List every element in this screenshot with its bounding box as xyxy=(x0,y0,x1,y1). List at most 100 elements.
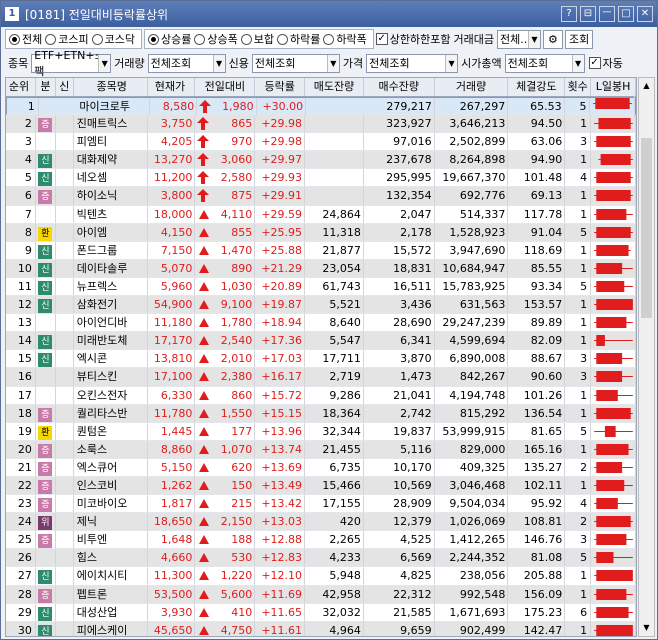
cell-sell-qty: 420 xyxy=(305,513,364,531)
diff-value: 530 xyxy=(231,551,253,565)
diff-value: 5,600 xyxy=(220,587,253,601)
col-strength[interactable]: 체결강도 xyxy=(508,78,566,96)
table-row[interactable]: 18 증 퀄리타스반 11,780 1,550 +15.15 18,364 2,742 815,… xyxy=(6,404,636,423)
radio-market-kospi[interactable]: 코스피 xyxy=(45,31,89,47)
table-row[interactable]: 6 증 하이소닉 3,800 875 +29.91 132,354 692,776 69.13 1 xyxy=(6,187,636,206)
table-row[interactable]: 13 아이언디바 11,180 1,780 +18.94 8,640 28,690 29,24… xyxy=(6,314,636,333)
cell-count: 2 xyxy=(565,458,592,476)
table-row[interactable]: 2 증 진매트릭스 3,750 865 +29.98 323,927 3,646,213 94.… xyxy=(6,115,636,134)
auto-checkbox[interactable]: ✓ xyxy=(588,57,601,69)
division-badge: 신 xyxy=(38,244,53,259)
col-sell-qty[interactable]: 매도잔량 xyxy=(305,78,364,96)
vertical-scrollbar[interactable]: ▲ ▼ xyxy=(638,77,655,637)
item-select[interactable]: ETF+ETN+스팩 ▼ xyxy=(31,49,112,78)
amount-select[interactable]: 전체.. ▼ xyxy=(496,29,541,49)
col-daily-candle[interactable]: L일봉H xyxy=(591,78,636,96)
cell-sell-qty: 8,640 xyxy=(305,314,364,332)
table-row[interactable]: 11 신 뉴프렉스 5,960 1,030 +20.89 61,743 16,511 15,78… xyxy=(6,277,636,297)
market-radio-group: 전체 코스피 코스닥 xyxy=(5,29,142,49)
col-division[interactable]: 분 xyxy=(36,78,56,96)
cell-candle xyxy=(591,621,636,636)
table-row[interactable]: 20 증 소룩스 8,860 1,070 +13.74 21,455 5,116 829,000… xyxy=(6,440,636,459)
market-cap-select[interactable]: 전체조회 ▼ xyxy=(504,53,585,73)
close-button[interactable]: ✕ xyxy=(637,6,653,22)
radio-fall-amount[interactable]: 하락폭 xyxy=(323,31,367,47)
table-row[interactable]: 21 증 엑스큐어 5,150 620 +13.69 6,735 10,170 409,325 1… xyxy=(6,458,636,477)
minimize-button[interactable]: ㅡ xyxy=(599,6,615,22)
cell-diff: 2,540 xyxy=(195,332,256,350)
cell-candle xyxy=(591,386,636,404)
col-rank[interactable]: 순위 xyxy=(6,78,36,96)
radio-flat[interactable]: 보합 xyxy=(240,31,274,47)
cell-strength: 142.47 xyxy=(508,621,566,636)
screen-settings-button[interactable]: ⊟ xyxy=(580,6,596,22)
table-row[interactable]: 24 위 제닉 18,650 2,150 +13.03 420 12,379 1,026,069… xyxy=(6,513,636,532)
credit-select[interactable]: 전체조회 ▼ xyxy=(251,53,340,73)
col-rate[interactable]: 등락률 xyxy=(255,78,306,96)
col-diff[interactable]: 전일대비 xyxy=(195,78,256,96)
cell-price: 5,070 xyxy=(148,259,196,277)
col-count[interactable]: 횟수 xyxy=(565,78,592,96)
radio-rise-rate[interactable]: 상승률 xyxy=(148,31,191,47)
cell-price: 45,650 xyxy=(148,621,196,636)
table-row[interactable]: 30 신 피에스케이 45,650 4,750 +11.61 4,964 9,659 902,4… xyxy=(6,621,636,636)
table-row[interactable]: 3 피엠티 4,205 970 +29.98 97,016 2,502,899 63.06 3 xyxy=(6,133,636,152)
table-row[interactable]: 19 환 퀀텀온 1,445 177 +13.96 32,344 19,837 53,999,9… xyxy=(6,422,636,441)
cell-diff: 970 xyxy=(195,133,256,151)
screen-number-badge: 1 xyxy=(5,7,19,21)
price-select[interactable]: 전체조회 ▼ xyxy=(366,53,459,73)
scroll-thumb[interactable] xyxy=(641,138,652,318)
radio-market-kosdaq[interactable]: 코스닥 xyxy=(91,31,135,47)
upper-limit-checkbox[interactable]: ✓ xyxy=(375,33,388,45)
cell-volume: 1,412,265 xyxy=(435,531,509,549)
radio-fall-rate[interactable]: 하락률 xyxy=(277,31,320,47)
scroll-down-icon[interactable]: ▼ xyxy=(639,620,654,636)
cell-buy-qty: 4,525 xyxy=(364,531,435,549)
table-row[interactable]: 8 환 아이엠 4,150 855 +25.95 11,318 2,178 1,528,923 9… xyxy=(6,223,636,242)
table-row[interactable]: 23 증 미코바이오 1,817 215 +13.42 17,155 28,909 9,504,… xyxy=(6,495,636,514)
col-name[interactable]: 종목명 xyxy=(74,78,148,96)
diff-value: 9,100 xyxy=(220,298,253,312)
table-row[interactable]: 10 신 데이타솔루 5,070 890 +21.29 23,054 18,831 10,684… xyxy=(6,259,636,278)
cell-buy-qty: 12,379 xyxy=(364,513,435,531)
radio-rise-amount[interactable]: 상승폭 xyxy=(194,31,238,47)
cell-diff: 5,600 xyxy=(195,585,256,603)
table-row[interactable]: 29 신 대성산업 3,930 410 +11.65 32,032 21,585 1,671,6… xyxy=(6,603,636,622)
scroll-up-icon[interactable]: ▲ xyxy=(639,78,654,94)
cell-name: 피엠티 xyxy=(74,133,148,151)
settings-icon[interactable]: ⚙ xyxy=(542,29,563,49)
table-row[interactable]: 4 신 대화제약 13,270 3,060 +29.97 237,678 8,264,898 9… xyxy=(6,151,636,170)
table-row[interactable]: 27 신 에이치시티 11,300 1,220 +12.10 5,948 4,825 238,0… xyxy=(6,567,636,586)
table-row[interactable]: 12 신 삼화전기 54,900 9,100 +19.87 5,521 3,436 631,56… xyxy=(6,296,636,315)
table-row[interactable]: 16 뷰티스킨 17,100 2,380 +16.17 2,719 1,473 842,267… xyxy=(6,368,636,387)
table-row[interactable]: 7 빅텐츠 18,000 4,110 +29.59 24,864 2,047 514,337 1… xyxy=(6,205,636,224)
col-credit[interactable]: 신 xyxy=(56,78,74,96)
upper-limit-arrow-icon xyxy=(197,117,210,131)
table-row[interactable]: 25 증 비투엔 1,648 188 +12.88 2,265 4,525 1,412,265 1… xyxy=(6,531,636,550)
radio-icon xyxy=(45,33,57,45)
table-row[interactable]: 14 신 미래반도체 17,170 2,540 +17.36 5,547 6,341 4,599… xyxy=(6,332,636,351)
col-buy-qty[interactable]: 매수잔량 xyxy=(364,78,435,96)
diff-value: 865 xyxy=(231,117,253,131)
table-row[interactable]: 5 신 네오셈 11,200 2,580 +29.93 295,995 19,667,370 1… xyxy=(6,169,636,188)
help-button[interactable]: ? xyxy=(561,6,577,22)
table-row[interactable]: 17 오킨스전자 6,330 860 +15.72 9,286 21,041 4,194,74… xyxy=(6,386,636,405)
candle-mark xyxy=(594,226,633,238)
maximize-button[interactable]: □ xyxy=(618,6,634,22)
table-row[interactable]: 22 증 인스코비 1,262 150 +13.49 15,466 10,569 3,046,4… xyxy=(6,476,636,496)
cell-count: 3 xyxy=(565,133,592,151)
cell-buy-qty: 4,825 xyxy=(364,567,435,585)
table-row[interactable]: 15 신 엑시콘 13,810 2,010 +17.03 17,711 3,870 6,890,… xyxy=(6,350,636,369)
table-row[interactable]: 9 신 폰드그룹 7,150 1,470 +25.88 21,877 15,572 3,947,… xyxy=(6,241,636,260)
table-row[interactable]: 1 마이크로투 8,580 1,980 +30.00 279,217 267,297 65.5… xyxy=(6,95,636,118)
col-volume[interactable]: 거래량 xyxy=(435,78,509,96)
table-row[interactable]: 28 증 펩트론 53,500 5,600 +11.69 42,958 22,312 992,5… xyxy=(6,585,636,604)
cell-candle xyxy=(591,567,636,585)
col-price[interactable]: 현재가 xyxy=(148,78,196,96)
radio-market-all[interactable]: 전체 xyxy=(9,31,42,47)
cell-rank: 30 xyxy=(6,621,36,636)
cell-name: 아이엠 xyxy=(74,223,148,241)
search-button[interactable]: 조회 xyxy=(564,29,594,49)
volume-select[interactable]: 전체조회 ▼ xyxy=(147,53,226,73)
table-row[interactable]: 26 힘스 4,660 530 +12.83 4,233 6,569 2,244,352 81.… xyxy=(6,549,636,568)
